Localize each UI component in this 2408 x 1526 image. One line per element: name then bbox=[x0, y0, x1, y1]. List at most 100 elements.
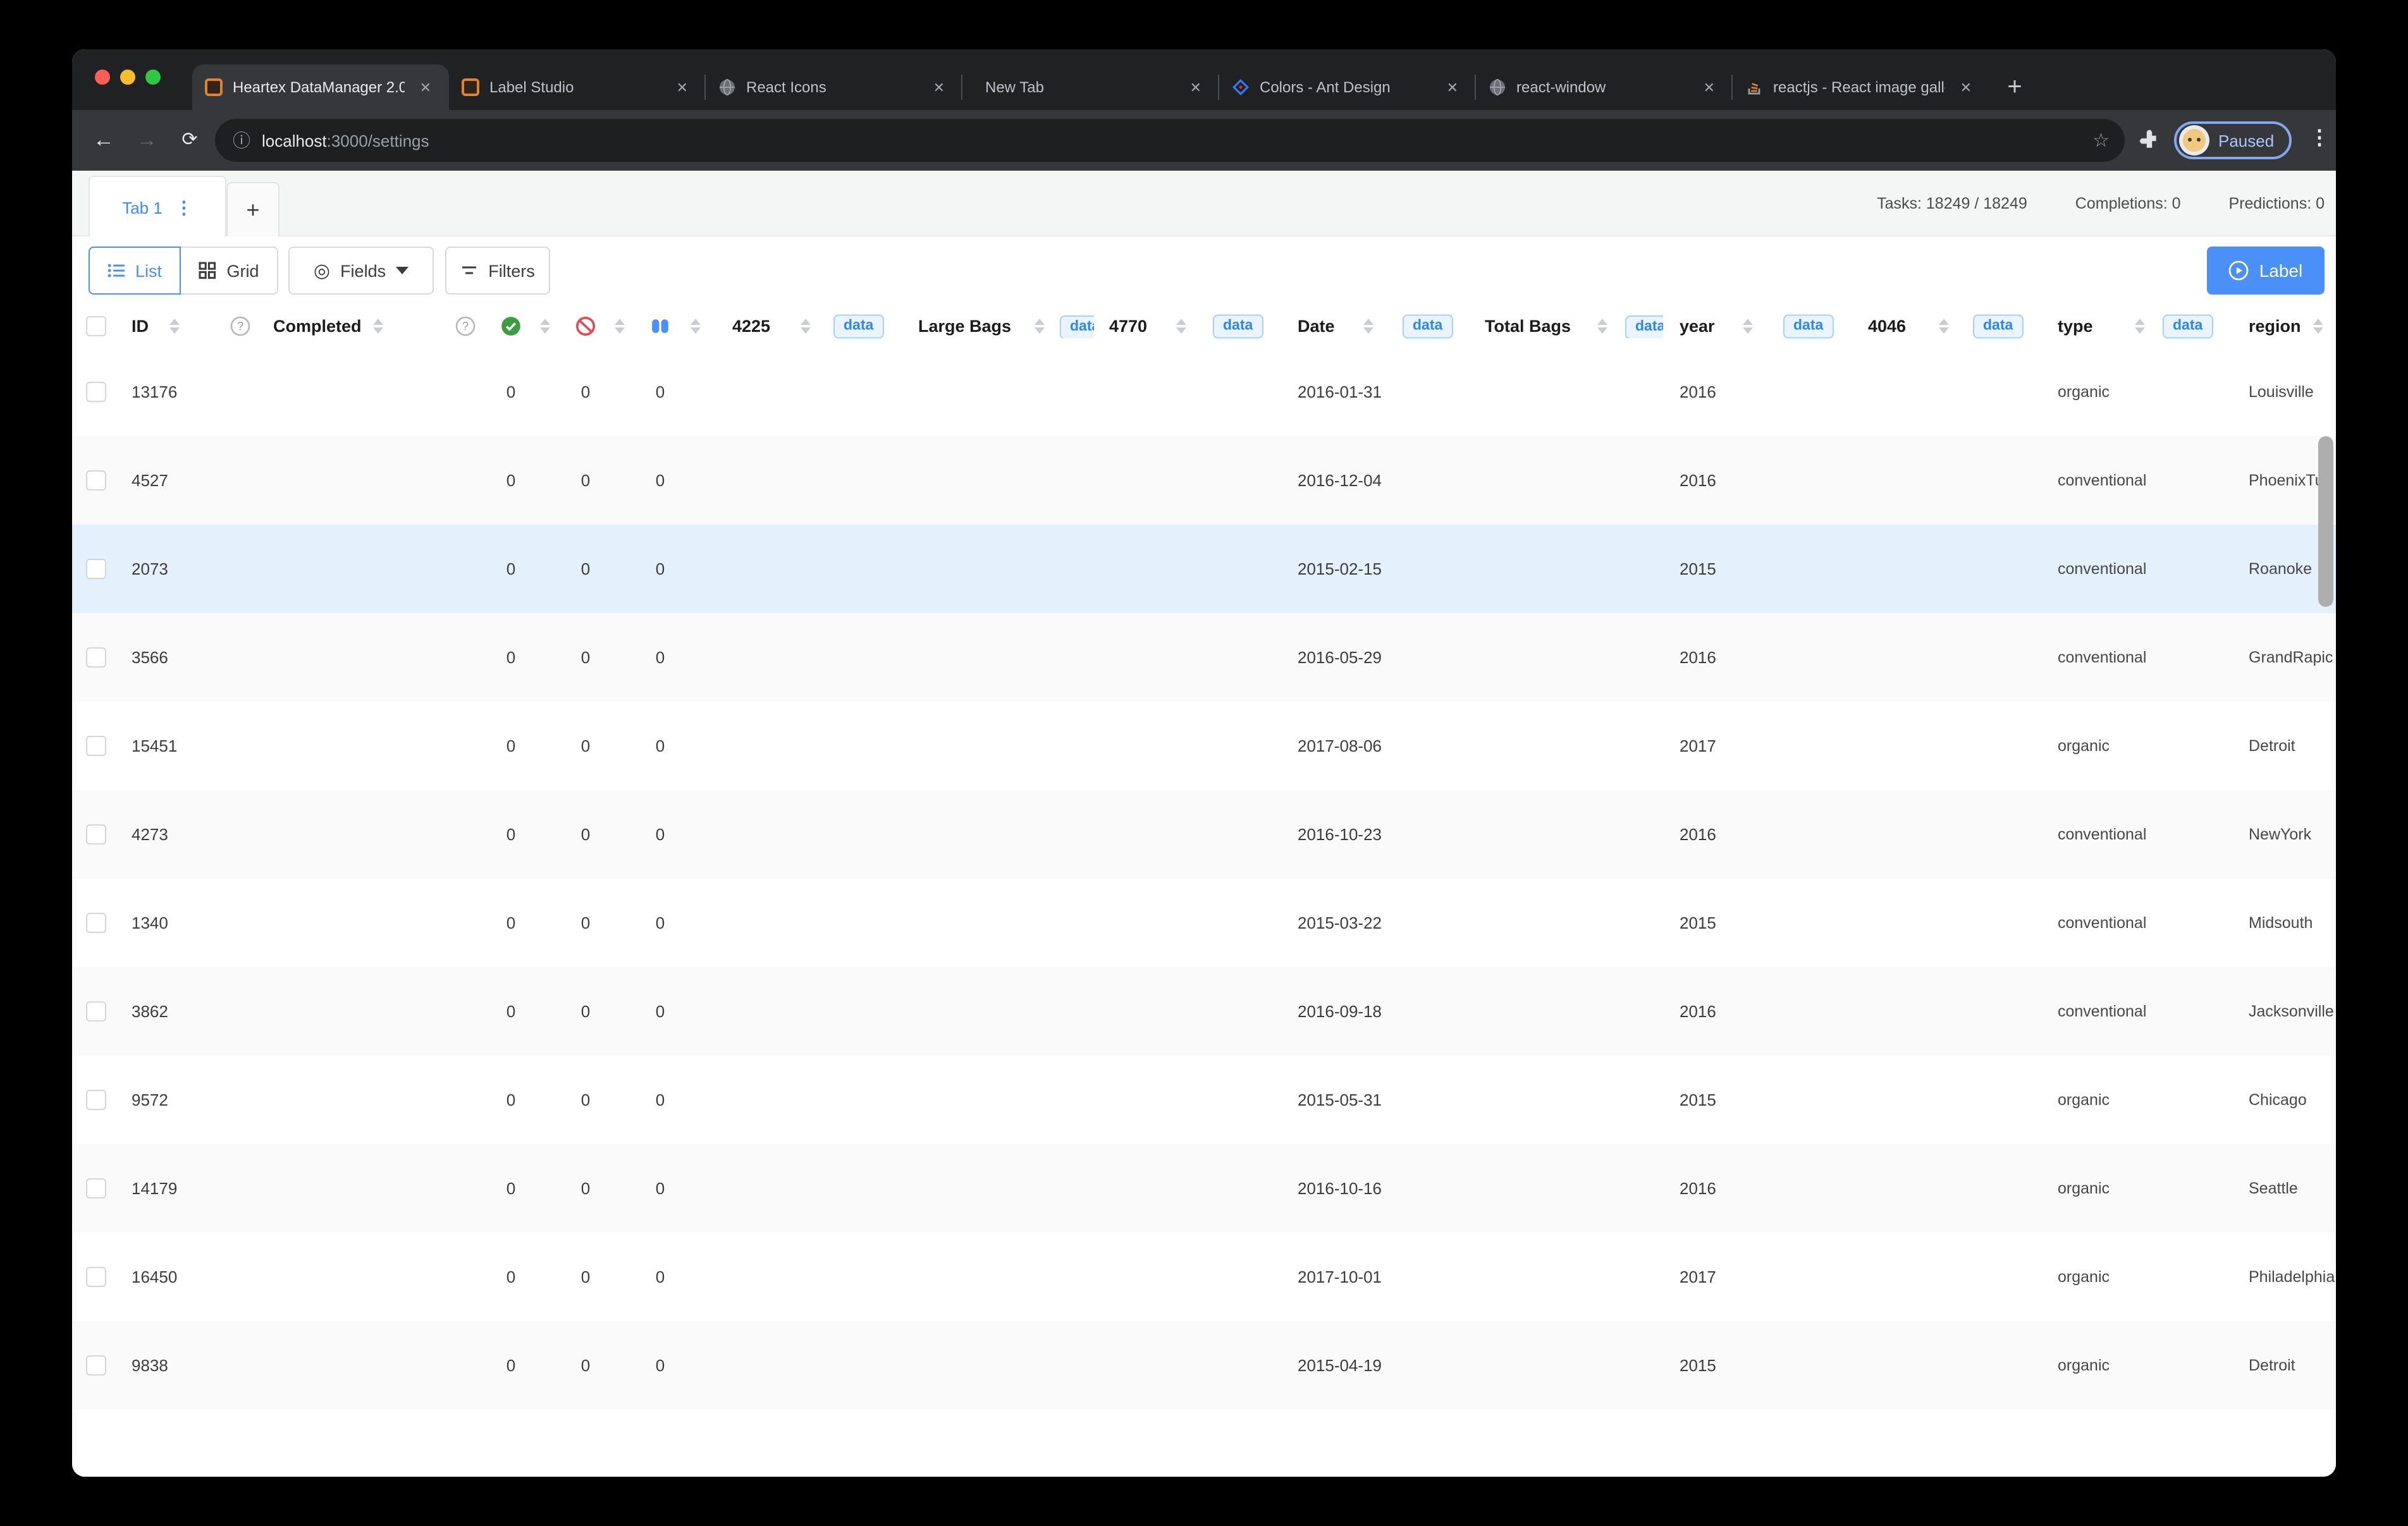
table-row[interactable]: 2073 0 0 0 2015-02-15 2015 conventional … bbox=[72, 525, 2336, 613]
filters-button[interactable]: Filters bbox=[445, 247, 550, 295]
browser-menu-icon[interactable]: ⋮ bbox=[2309, 125, 2330, 150]
sort-control[interactable] bbox=[373, 318, 384, 333]
column-header-4046[interactable]: 4046 bbox=[1868, 316, 1906, 335]
row-checkbox[interactable] bbox=[86, 470, 106, 491]
traffic-zoom-button[interactable] bbox=[145, 70, 161, 85]
list-view-button[interactable]: List bbox=[89, 247, 181, 295]
cell-predictions-count: 0 bbox=[648, 648, 673, 667]
sort-control[interactable] bbox=[1363, 318, 1375, 333]
table-row[interactable]: 4273 0 0 0 2016-10-23 2016 conventional … bbox=[72, 790, 2336, 879]
row-checkbox[interactable] bbox=[86, 1090, 106, 1110]
extensions-puzzle-icon[interactable] bbox=[2139, 129, 2160, 157]
row-checkbox[interactable] bbox=[86, 1178, 106, 1199]
tab-close-icon[interactable]: ✕ bbox=[928, 76, 950, 98]
column-header-region[interactable]: region bbox=[2249, 316, 2301, 335]
table-row[interactable]: 4527 0 0 0 2016-12-04 2016 conventional … bbox=[72, 436, 2336, 525]
project-stats: Tasks: 18249 / 18249 Completions: 0 Pred… bbox=[1877, 171, 2325, 236]
bookmark-star-icon[interactable]: ☆ bbox=[2092, 129, 2110, 152]
row-checkbox[interactable] bbox=[86, 1001, 106, 1022]
profile-paused-button[interactable]: Paused bbox=[2174, 121, 2292, 159]
column-header-year[interactable]: year bbox=[1680, 316, 1715, 335]
cell-cancelled-count: 0 bbox=[573, 648, 598, 667]
row-checkbox[interactable] bbox=[86, 1355, 106, 1376]
new-tab-button[interactable]: + bbox=[1997, 70, 2032, 105]
sort-control[interactable] bbox=[615, 318, 626, 333]
select-all-checkbox[interactable] bbox=[86, 315, 106, 336]
browser-tab-stackoverflow[interactable]: reactjs - React image gallery ✕ bbox=[1733, 64, 1989, 110]
cell-type: conventional bbox=[2058, 1003, 2146, 1020]
table-row[interactable]: 9572 0 0 0 2015-05-31 2015 organic Chica… bbox=[72, 1056, 2336, 1144]
sort-control[interactable] bbox=[801, 318, 812, 333]
table-row[interactable]: 3566 0 0 0 2016-05-29 2016 conventional … bbox=[72, 613, 2336, 702]
row-checkbox[interactable] bbox=[86, 559, 106, 579]
sort-control[interactable] bbox=[1597, 318, 1609, 333]
column-header-4770[interactable]: 4770 bbox=[1109, 316, 1147, 335]
table-row[interactable]: 3862 0 0 0 2016-09-18 2016 conventional … bbox=[72, 967, 2336, 1056]
cell-region: Midsouth bbox=[2249, 914, 2313, 932]
table-row[interactable]: 1340 0 0 0 2015-03-22 2015 conventional … bbox=[72, 879, 2336, 967]
browser-tab-react-icons[interactable]: React Icons ✕ bbox=[706, 64, 962, 110]
forward-button[interactable]: → bbox=[130, 124, 163, 157]
view-tab-1[interactable]: Tab 1 ⋮ bbox=[89, 176, 226, 238]
grid-view-button[interactable]: Grid bbox=[180, 247, 278, 295]
column-header-4225[interactable]: 4225 bbox=[732, 316, 770, 335]
sort-control[interactable] bbox=[1035, 318, 1046, 333]
cell-predictions-count: 0 bbox=[648, 825, 673, 844]
label-button[interactable]: Label bbox=[2207, 247, 2325, 295]
cell-id: 3566 bbox=[132, 648, 168, 667]
sort-control[interactable] bbox=[169, 318, 181, 333]
sort-control[interactable] bbox=[691, 318, 702, 333]
browser-tab-label-studio[interactable]: Label Studio ✕ bbox=[449, 64, 706, 110]
column-header-large-bags[interactable]: Large Bags bbox=[918, 316, 1011, 335]
tab-close-icon[interactable]: ✕ bbox=[672, 76, 693, 98]
cancelled-ban-icon bbox=[575, 315, 596, 336]
tab-close-icon[interactable]: ✕ bbox=[1185, 76, 1207, 98]
browser-tab-react-window[interactable]: react-window ✕ bbox=[1476, 64, 1733, 110]
column-header-id[interactable]: ID bbox=[132, 316, 149, 335]
fields-button[interactable]: ◎ Fields bbox=[288, 247, 434, 295]
sort-control[interactable] bbox=[1176, 318, 1188, 333]
traffic-close-button[interactable] bbox=[95, 70, 110, 85]
column-header-total-bags[interactable]: Total Bags bbox=[1485, 316, 1571, 335]
tab-close-icon[interactable]: ✕ bbox=[1698, 76, 1720, 98]
table-row[interactable]: 16450 0 0 0 2017-10-01 2017 organic Phil… bbox=[72, 1233, 2336, 1321]
row-checkbox[interactable] bbox=[86, 1267, 106, 1287]
row-checkbox[interactable] bbox=[86, 382, 106, 402]
cell-type: organic bbox=[2058, 1268, 2110, 1286]
tab-close-icon[interactable]: ✕ bbox=[415, 76, 436, 98]
row-checkbox[interactable] bbox=[86, 824, 106, 845]
tab-title: New Tab bbox=[985, 78, 1175, 96]
column-header-completed[interactable]: Completed bbox=[273, 316, 362, 335]
column-header-type[interactable]: type bbox=[2058, 316, 2093, 335]
back-button[interactable]: ← bbox=[87, 124, 120, 157]
cell-year: 2016 bbox=[1680, 1179, 1716, 1198]
sort-control[interactable] bbox=[1743, 318, 1754, 333]
site-info-icon[interactable]: ⓘ bbox=[233, 128, 250, 153]
browser-tab-ant-design[interactable]: Colors - Ant Design ✕ bbox=[1219, 64, 1476, 110]
sort-control[interactable] bbox=[2135, 318, 2146, 333]
add-view-tab-button[interactable]: + bbox=[226, 182, 280, 238]
sort-control[interactable] bbox=[540, 318, 551, 333]
browser-tab-datamanager[interactable]: Heartex DataManager 2.0 ✕ bbox=[192, 64, 449, 110]
traffic-minimize-button[interactable] bbox=[120, 70, 135, 85]
tab-close-icon[interactable]: ✕ bbox=[1955, 76, 1977, 98]
table-row[interactable]: 15451 0 0 0 2017-08-06 2017 organic Detr… bbox=[72, 702, 2336, 790]
row-checkbox[interactable] bbox=[86, 736, 106, 756]
sort-control[interactable] bbox=[2313, 318, 2325, 333]
column-header-date[interactable]: Date bbox=[1298, 316, 1335, 335]
address-bar[interactable]: ⓘ localhost :3000/settings ☆ bbox=[215, 119, 2125, 162]
sort-control[interactable] bbox=[1939, 318, 1950, 333]
row-checkbox[interactable] bbox=[86, 647, 106, 668]
tab-close-icon[interactable]: ✕ bbox=[1442, 76, 1463, 98]
table-row[interactable]: 9838 0 0 0 2015-04-19 2015 organic Detro… bbox=[72, 1321, 2336, 1410]
table-row[interactable]: 13176 0 0 0 2016-01-31 2016 organic Loui… bbox=[72, 348, 2336, 436]
browser-tab-new-tab[interactable]: New Tab ✕ bbox=[962, 64, 1219, 110]
cell-completed-count: 0 bbox=[498, 648, 524, 667]
cell-year: 2015 bbox=[1680, 559, 1716, 578]
row-checkbox[interactable] bbox=[86, 913, 106, 933]
vertical-scrollbar[interactable] bbox=[2318, 436, 2333, 607]
view-tab-menu-icon[interactable]: ⋮ bbox=[175, 197, 193, 218]
grid-icon bbox=[199, 262, 216, 279]
reload-button[interactable]: ⟳ bbox=[173, 124, 206, 157]
table-row[interactable]: 14179 0 0 0 2016-10-16 2016 organic Seat… bbox=[72, 1144, 2336, 1233]
